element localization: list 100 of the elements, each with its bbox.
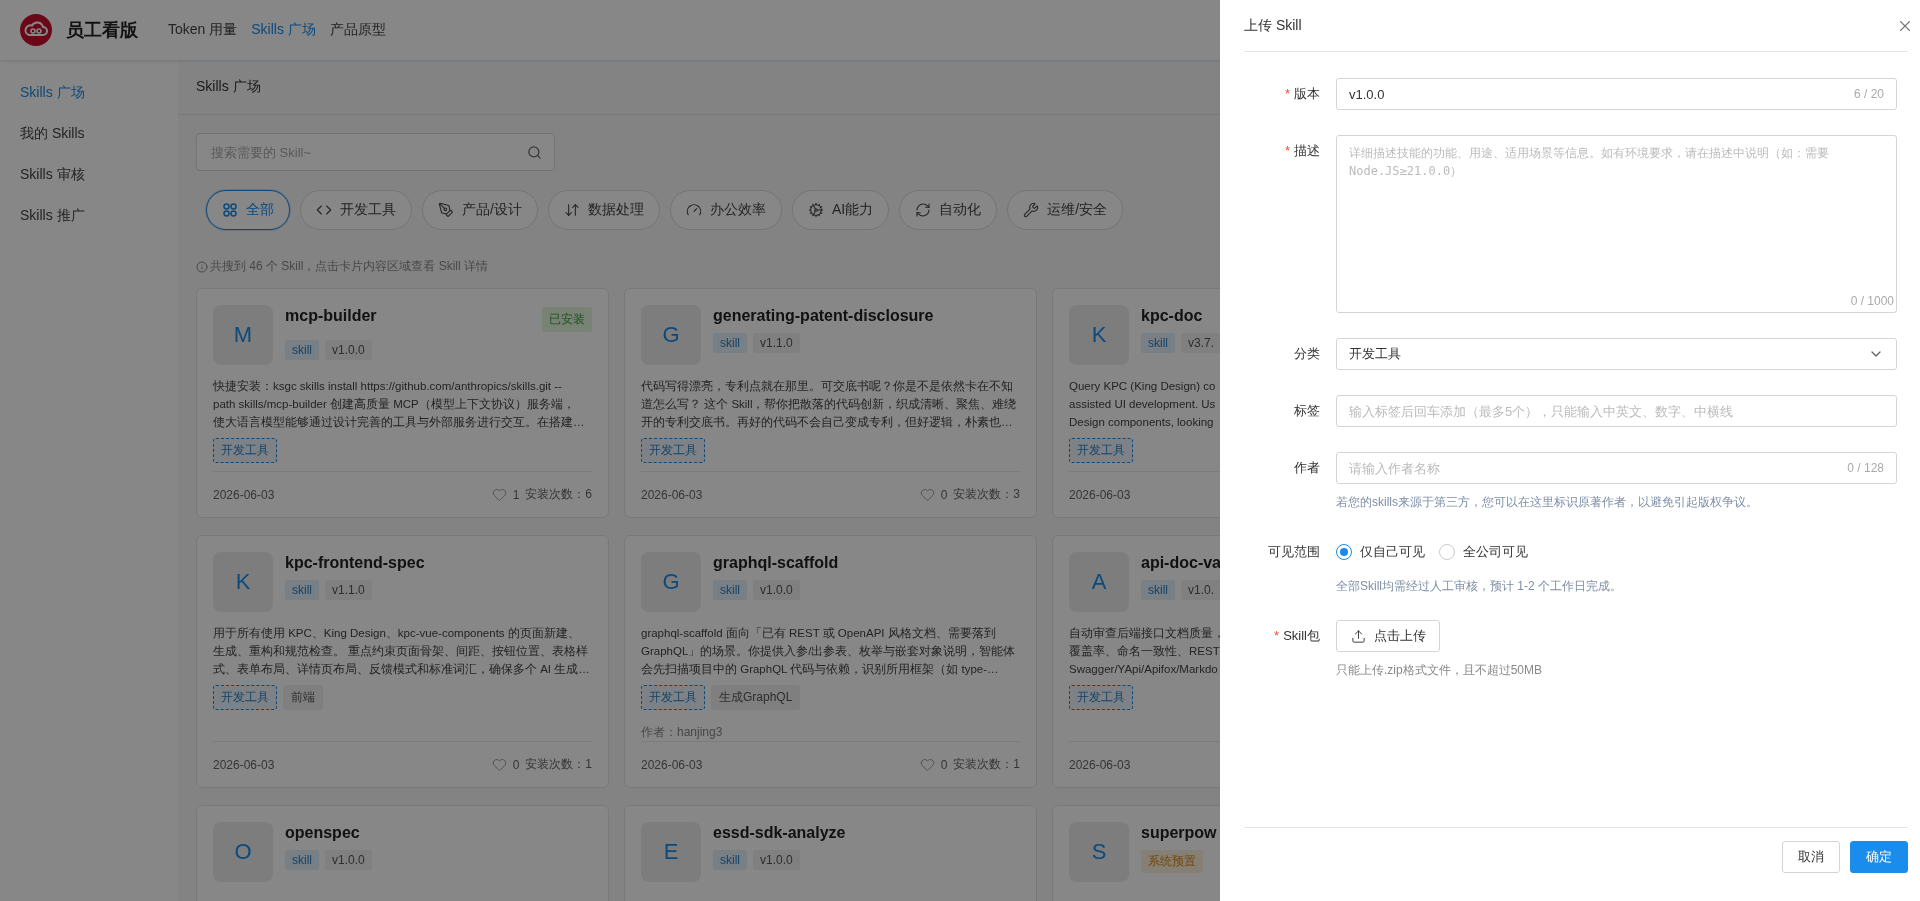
info-icon <box>196 260 208 273</box>
skill-card[interactable]: K kpc-frontend-spec skill v1.1.0 用于所有使用 KPC、King Design、kpc-vue-components 的页面新建、 生成、重构和规范检查。 重点约束页面骨架、间距、按钮位置、表格样 式、表单布局、详情页布局、反馈模式和标准词汇，确保多个 AI 生成… 开发工具 前端 2026-06-03 0 安装次数：1 <box>196 535 609 788</box>
char-count: 0 / 1000 <box>1850 294 1895 308</box>
category-select[interactable]: 开发工具 <box>1336 338 1897 370</box>
skill-avatar: K <box>1069 305 1129 365</box>
install-count: 安装次数：3 <box>953 486 1020 503</box>
field-label: * 版本 <box>1283 85 1320 103</box>
char-count: 6 / 20 <box>1853 87 1884 101</box>
like-count: 0 <box>940 487 948 502</box>
skill-description: graphql-scaffold 面向「已有 REST 或 OpenAPI 风格文档、需要落到 GraphQL」的场景。你提供入参/出参表、枚举与嵌套对象说明，智能体 会先扫描项目中的 GraphQL 代码与依赖，识别所用框架（如 type-… <box>641 626 1016 677</box>
version-tag: v1.0. <box>1181 580 1221 600</box>
help-text: 只能上传.zip格式文件，且不超过50MB <box>1336 662 1544 679</box>
category-chip[interactable]: 开发工具 <box>300 190 412 230</box>
skill-date: 2026-06-03 <box>1069 757 1131 772</box>
skill-card[interactable]: O openspec skill v1.0.0 <box>196 805 609 901</box>
author-field[interactable]: 请输入作者名称 <box>1349 460 1840 476</box>
skill-avatar: E <box>641 822 701 882</box>
tags-box[interactable]: 输入标签后回车添加（最多5个），只能输入中英文、数字、中横线 <box>1336 395 1897 427</box>
version-field[interactable]: v1.0.0 <box>1349 86 1846 102</box>
pen-icon <box>438 202 454 218</box>
refresh-icon <box>915 202 932 218</box>
description-box[interactable]: 详细描述技能的功能、用途、适用场景等信息。如有环境要求，请在描述中说明（如：需要Node.JS≥21.0.0） 0 / 1000 <box>1336 135 1897 313</box>
like-count: 1 <box>512 487 520 502</box>
grid-icon <box>222 202 238 218</box>
arrows-icon <box>563 202 580 218</box>
like-count: 0 <box>940 757 948 772</box>
skill-date: 2026-06-03 <box>641 757 703 772</box>
nav-link[interactable]: Token 用量 <box>168 21 238 39</box>
skill-description: 自动审查后端接口文档质量， 覆盖率、命名一致性、REST Swagger/YApi/Apifox/Markdo <box>1069 626 1225 677</box>
installed-badge: 已安装 <box>542 307 592 332</box>
heart-icon[interactable] <box>919 757 935 772</box>
skill-avatar: G <box>641 552 701 612</box>
skill-title: mcp-builder <box>285 307 377 325</box>
skill-title: superpow <box>1141 824 1217 842</box>
sidebar-item[interactable]: 我的 Skills <box>0 113 178 154</box>
install-count: 安装次数：1 <box>525 756 592 773</box>
sidebar-item[interactable]: Skills 广场 <box>0 72 178 113</box>
upload-icon <box>1350 628 1366 644</box>
version-tag: v3.7. <box>1181 333 1221 353</box>
heart-icon[interactable] <box>491 487 507 502</box>
field-label: * Skill包 <box>1273 627 1320 645</box>
skill-avatar: M <box>213 305 273 365</box>
skill-description: 快捷安装：ksgc skills install https://github.com/anthropics/skills.git -- path skills/mcp-builder 创建高质量 MCP（模型上下文协议）服务端， 使大语言模型能够通过设计完善的工具与外部服务进行交互。在搭建… <box>213 379 585 430</box>
search-icon[interactable] <box>527 144 542 160</box>
skill-avatar: A <box>1069 552 1129 612</box>
author-box[interactable]: 请输入作者名称 0 / 128 <box>1336 452 1897 484</box>
sidebar-item[interactable]: Skills 审核 <box>0 154 178 195</box>
app-title: 员工看版 <box>66 19 138 42</box>
radio-option[interactable]: 全公司可见 <box>1439 543 1528 561</box>
version-tag: v1.0.0 <box>325 850 372 870</box>
tags-field[interactable]: 输入标签后回车添加（最多5个），只能输入中英文、数字、中横线 <box>1349 403 1884 419</box>
install-count: 安装次数：1 <box>953 756 1020 773</box>
category-tag: 开发工具 <box>641 438 705 463</box>
heart-icon[interactable] <box>491 757 507 772</box>
radio-option[interactable]: 仅自己可见 <box>1336 543 1425 561</box>
skill-description: 代码写得漂亮，专利点就在那里。可交底书呢？你是不是依然卡在不知 道怎么写？ 这个 Skill，帮你把散落的代码创新，织成清晰、聚焦、难绕 开的专利交底书。再好的代码不会自己变成专利，但好逻辑，朴素也… <box>641 379 1017 430</box>
sidebar-item[interactable]: Skills 推广 <box>0 195 178 236</box>
nav-link[interactable]: Skills 广场 <box>251 21 316 39</box>
upload-button[interactable]: 点击上传 <box>1336 620 1440 652</box>
skill-title: kpc-frontend-spec <box>285 554 425 572</box>
char-count: 0 / 128 <box>1847 461 1884 475</box>
code-icon <box>316 202 332 218</box>
skill-avatar: S <box>1069 822 1129 882</box>
heart-icon[interactable] <box>919 487 935 502</box>
skill-author: 作者：hanjing3 <box>641 724 724 741</box>
version-tag: v1.0.0 <box>753 580 800 600</box>
confirm-button[interactable]: 确定 <box>1850 840 1908 873</box>
skill-card[interactable]: E essd-sdk-analyze skill v1.0.0 <box>624 805 1037 901</box>
nav-link[interactable]: 产品原型 <box>329 21 386 39</box>
type-tag: skill <box>713 580 747 600</box>
skill-description: 用于所有使用 KPC、King Design、kpc-vue-components 的页面新建、 生成、重构和规范检查。 重点约束页面骨架、间距、按钮位置、表格样 式、表单布局、详情页布局、反馈模式和标准词汇，确保多个 AI 生成… <box>213 626 590 677</box>
keyword-tag: 生成GraphQL <box>711 685 801 710</box>
version-box[interactable]: v1.0.0 6 / 20 <box>1336 78 1897 110</box>
skill-card[interactable] <box>196 288 609 518</box>
category-chip[interactable]: 数据处理 <box>547 190 660 230</box>
skill-avatar: G <box>641 305 701 365</box>
category-tag: 开发工具 <box>1069 685 1133 710</box>
type-tag: skill <box>1141 580 1175 600</box>
category-chip[interactable]: 办公效率 <box>669 190 782 230</box>
keyword-tag: 前端 <box>283 685 323 710</box>
skill-description: Query KPC (King Design) co assisted UI development. Us Design components, looking <box>1069 379 1216 430</box>
category-tag: 开发工具 <box>213 685 277 710</box>
gauge-icon <box>685 202 702 218</box>
skill-card[interactable] <box>624 535 1037 788</box>
version-tag: v1.0.0 <box>753 850 800 870</box>
page-title: Skills 广场 <box>196 78 261 96</box>
type-tag: skill <box>713 333 747 353</box>
category-chip[interactable]: 全部 <box>206 190 290 230</box>
logo-icon <box>20 14 52 46</box>
skill-date: 2026-06-03 <box>213 757 275 772</box>
cancel-button[interactable]: 取消 <box>1782 840 1840 873</box>
category-chip[interactable]: 自动化 <box>899 190 998 230</box>
skill-avatar: K <box>213 552 273 612</box>
skill-card[interactable]: G generating-patent-disclosure skill v1.1.0 代码写得漂亮，专利点就在那里。可交底书呢？你是不是依然卡在不知 道怎么写？ 这个 Skill，帮你把散落的代码创新，织成清晰、聚焦、难绕 开的专利交底书。再好的代码不会自己变成专利，但好逻辑，朴素也… 开发工具 2026-06-03 0 安装次数：3 <box>624 288 1037 518</box>
type-tag: skill <box>285 340 319 360</box>
category-chip[interactable]: 产品/设计 <box>422 190 538 230</box>
field-label: 作者 <box>1293 459 1320 477</box>
category-chip[interactable]: AI能力 <box>791 190 890 230</box>
version-tag: v1.0.0 <box>325 340 372 360</box>
category-chip[interactable]: 运维/安全 <box>1007 190 1123 230</box>
